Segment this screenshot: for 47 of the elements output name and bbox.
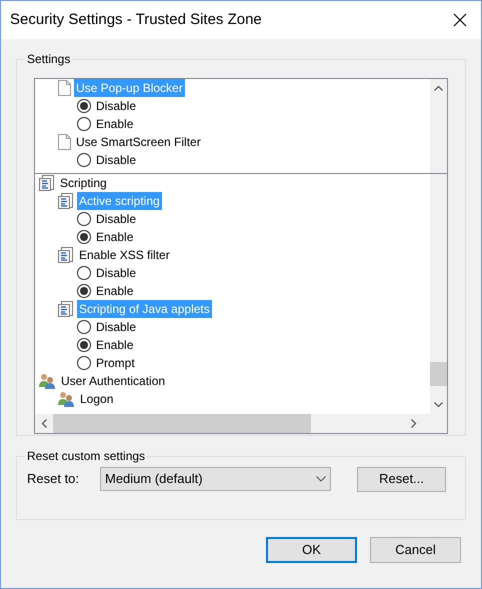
reset-button[interactable]: Reset... xyxy=(357,466,446,492)
option-label: Disable xyxy=(96,211,136,228)
option-label: Disable xyxy=(96,265,136,282)
radio-button[interactable] xyxy=(77,230,91,244)
script-icon xyxy=(58,193,74,209)
tree-item[interactable]: Scripting xyxy=(58,174,109,192)
tree-item[interactable]: Enable XSS filter xyxy=(77,246,172,264)
dialog-button[interactable]: OK xyxy=(266,537,357,563)
option-label: Disable xyxy=(96,98,136,115)
scrollbar-thumb[interactable] xyxy=(53,414,311,433)
radio-button[interactable] xyxy=(77,266,91,280)
close-icon[interactable] xyxy=(453,13,467,27)
window-title: Security Settings - Trusted Sites Zone xyxy=(10,10,263,30)
radio-button[interactable] xyxy=(77,117,91,131)
radio-button[interactable] xyxy=(77,153,91,167)
radio-button[interactable] xyxy=(77,338,91,352)
group-label: Reset custom settings xyxy=(25,448,148,464)
script-icon xyxy=(39,175,55,191)
field-label: Reset to: xyxy=(27,470,80,488)
tree-item[interactable]: Logon xyxy=(78,390,116,408)
option-label: Enable xyxy=(96,229,134,246)
tree-item[interactable]: User Authentication xyxy=(59,372,168,390)
users-icon xyxy=(39,373,56,389)
option-label: Disable xyxy=(96,319,136,336)
chevron-down-icon xyxy=(316,476,326,482)
vertical-scrollbar[interactable] xyxy=(430,174,447,414)
dialog-button[interactable]: Cancel xyxy=(370,537,461,563)
vertical-scrollbar[interactable] xyxy=(430,79,447,173)
tree-item[interactable]: Use SmartScreen Filter xyxy=(74,133,203,151)
option-label: Disable xyxy=(96,152,136,169)
option-label: Enable xyxy=(96,116,134,133)
reset-level-dropdown[interactable]: Medium (default) xyxy=(100,467,331,491)
radio-button[interactable] xyxy=(77,284,91,298)
radio-button[interactable] xyxy=(77,356,91,370)
horizontal-scrollbar[interactable] xyxy=(35,414,447,433)
users-icon xyxy=(58,391,75,407)
radio-button[interactable] xyxy=(77,99,91,113)
radio-button[interactable] xyxy=(77,320,91,334)
script-icon xyxy=(58,247,74,263)
option-label: Prompt xyxy=(96,355,135,372)
script-icon xyxy=(58,301,74,317)
radio-button[interactable] xyxy=(77,212,91,226)
option-label: Enable xyxy=(96,283,134,300)
option-label: Enable xyxy=(96,337,134,354)
document-icon xyxy=(58,134,71,150)
group-label: Settings xyxy=(25,51,72,67)
scrollbar-thumb[interactable] xyxy=(430,362,447,386)
